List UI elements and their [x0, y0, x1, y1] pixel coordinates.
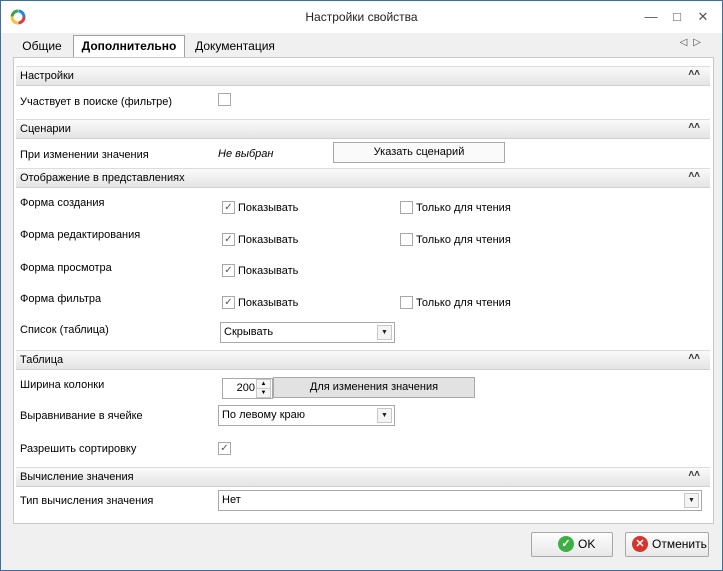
title-bar: Настройки свойства — □ ✕ — [1, 1, 722, 33]
edit-form-label: Форма редактирования — [20, 229, 141, 241]
chevron-left-icon[interactable]: ◁ — [680, 37, 694, 48]
set-scenario-button[interactable]: Указать сценарий — [333, 142, 505, 163]
create-readonly-label: Только для чтения — [416, 202, 511, 214]
collapse-chevron-icon[interactable]: ˄˄ — [688, 170, 700, 181]
section-header-table[interactable]: Таблица ˄˄ — [16, 350, 710, 370]
ok-label: OK — [578, 537, 596, 551]
section-title: Сценарии — [20, 123, 71, 135]
column-width-label: Ширина колонки — [20, 379, 105, 391]
cell-align-label: Выравнивание в ячейке — [20, 410, 143, 422]
participates-label: Участвует в поиске (фильтре) — [20, 96, 173, 108]
tab-advanced[interactable]: Дополнительно — [73, 35, 185, 57]
select-value: Нет — [222, 494, 241, 506]
allow-sort-label: Разрешить сортировку — [20, 443, 137, 455]
window-title: Настройки свойства — [305, 10, 418, 24]
section-title: Отображение в представлениях — [20, 172, 185, 184]
tab-general[interactable]: Общие — [13, 36, 71, 56]
cancel-button[interactable]: ✕ Отменить — [625, 532, 709, 557]
list-visibility-select[interactable]: Скрывать ▼ — [220, 322, 395, 343]
dropdown-arrow-icon[interactable]: ▼ — [377, 408, 392, 423]
view-show-checkbox[interactable]: ✓ — [222, 264, 235, 277]
section-header-display[interactable]: Отображение в представлениях ˄˄ — [16, 168, 710, 188]
on-change-label: При изменении значения — [20, 149, 149, 161]
collapse-chevron-icon[interactable]: ˄˄ — [688, 68, 700, 79]
dropdown-arrow-icon[interactable]: ▼ — [377, 325, 392, 340]
filter-readonly-checkbox[interactable] — [400, 296, 413, 309]
section-header-scenarios[interactable]: Сценарии ˄˄ — [16, 119, 710, 139]
view-show-label: Показывать — [238, 265, 299, 277]
minimize-icon[interactable]: — — [641, 7, 661, 27]
ok-button[interactable]: ✓ OK — [531, 532, 613, 557]
filter-form-label: Форма фильтра — [20, 293, 102, 305]
create-show-checkbox[interactable]: ✓ — [222, 201, 235, 214]
spin-down-icon[interactable]: ▼ — [256, 388, 271, 398]
spinner-value: 200 — [236, 382, 255, 394]
tab-documentation[interactable]: Документация — [189, 36, 281, 56]
dialog-window: Настройки свойства — □ ✕ Общие Дополните… — [0, 0, 723, 571]
close-icon[interactable]: ✕ — [693, 7, 713, 27]
check-icon: ✓ — [558, 536, 574, 552]
calc-type-select[interactable]: Нет ▼ — [218, 490, 702, 511]
tab-content-panel: Настройки ˄˄ Участвует в поиске (фильтре… — [13, 57, 714, 524]
collapse-chevron-icon[interactable]: ˄˄ — [688, 469, 700, 480]
tab-scroll-arrows[interactable]: ◁▷ — [680, 37, 707, 48]
section-title: Вычисление значения — [20, 471, 134, 483]
section-title: Настройки — [20, 70, 74, 82]
collapse-chevron-icon[interactable]: ˄˄ — [688, 352, 700, 363]
filter-readonly-label: Только для чтения — [416, 297, 511, 309]
collapse-chevron-icon[interactable]: ˄˄ — [688, 121, 700, 132]
filter-show-label: Показывать — [238, 297, 299, 309]
section-header-calc[interactable]: Вычисление значения ˄˄ — [16, 467, 710, 487]
edit-show-checkbox[interactable]: ✓ — [222, 233, 235, 246]
calc-type-label: Тип вычисления значения — [20, 495, 154, 507]
cancel-x-icon: ✕ — [632, 536, 648, 552]
filter-show-checkbox[interactable]: ✓ — [222, 296, 235, 309]
maximize-icon[interactable]: □ — [667, 7, 687, 27]
participates-checkbox[interactable] — [218, 93, 231, 106]
chevron-right-icon[interactable]: ▷ — [693, 37, 707, 48]
cancel-label: Отменить — [652, 537, 707, 551]
allow-sort-checkbox[interactable]: ✓ — [218, 442, 231, 455]
edit-readonly-checkbox[interactable] — [400, 233, 413, 246]
tab-strip: Общие Дополнительно Документация ◁▷ — [13, 35, 713, 57]
create-form-label: Форма создания — [20, 197, 105, 209]
column-width-change-button[interactable]: Для изменения значения — [273, 377, 475, 398]
select-value: По левому краю — [222, 409, 305, 421]
select-value: Скрывать — [224, 326, 274, 338]
edit-show-label: Показывать — [238, 234, 299, 246]
section-header-settings[interactable]: Настройки ˄˄ — [16, 66, 710, 86]
create-show-label: Показывать — [238, 202, 299, 214]
cell-align-select[interactable]: По левому краю ▼ — [218, 405, 395, 426]
dropdown-arrow-icon[interactable]: ▼ — [684, 493, 699, 508]
column-width-spinner[interactable]: 200 ▲ ▼ — [222, 378, 273, 399]
create-readonly-checkbox[interactable] — [400, 201, 413, 214]
view-form-label: Форма просмотра — [20, 262, 112, 274]
on-change-value: Не выбран — [218, 148, 274, 160]
edit-readonly-label: Только для чтения — [416, 234, 511, 246]
section-title: Таблица — [20, 354, 64, 366]
list-table-label: Список (таблица) — [20, 324, 109, 336]
